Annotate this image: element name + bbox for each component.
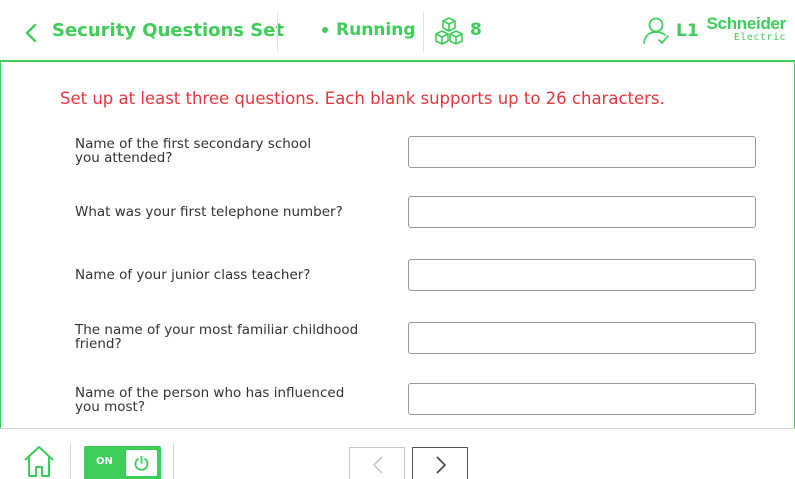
home-button[interactable] [22, 445, 56, 477]
user-level: L1 [676, 21, 699, 41]
question-label-line: Name of the person who has influenced [75, 385, 345, 401]
question-label-line: Name of the first secondary school [75, 136, 312, 152]
footer-divider [173, 443, 174, 479]
question-label-line: you most? [75, 399, 145, 415]
answer-input-5[interactable] [408, 383, 756, 415]
header-divider [277, 12, 278, 52]
question-label: Name of the first secondary school you a… [75, 137, 375, 165]
toggle-knob [126, 450, 157, 476]
answer-input-4[interactable] [408, 322, 756, 354]
next-page-button[interactable] [412, 447, 468, 479]
question-label-line: you attended? [75, 150, 173, 166]
question-label: The name of your most familiar childhood… [75, 323, 375, 351]
question-label-line: Name of your junior class teacher? [75, 267, 311, 283]
toggle-label: ON [96, 456, 113, 467]
back-chevron-icon [25, 23, 37, 43]
chevron-right-icon [436, 456, 447, 474]
footer-divider [70, 443, 71, 479]
answer-input-2[interactable] [408, 196, 756, 228]
question-label-line: friend? [75, 336, 122, 352]
header-divider [423, 12, 424, 52]
footer-bar: ON [0, 428, 795, 479]
answer-input-3[interactable] [408, 259, 756, 291]
previous-page-button[interactable] [349, 447, 405, 479]
answer-input-1[interactable] [408, 136, 756, 168]
logo-sub: Electric [733, 32, 786, 43]
instruction-text: Set up at least three questions. Each bl… [60, 89, 665, 108]
question-label-line: The name of your most familiar childhood [75, 322, 359, 338]
page-title: Security Questions Set [52, 20, 285, 41]
back-button[interactable] [22, 19, 42, 47]
question-label: What was your first telephone number? [75, 205, 375, 219]
modules-count: 8 [470, 20, 482, 40]
chevron-left-icon [372, 456, 383, 474]
status-dot-icon [322, 27, 328, 33]
question-label: Name of the person who has influenced yo… [75, 386, 375, 414]
logo-brand: Schneider [706, 14, 787, 33]
schneider-logo: Schneider Electric [706, 14, 790, 48]
question-label-line: What was your first telephone number? [75, 204, 343, 220]
modules-icon [435, 17, 463, 45]
user-icon[interactable] [641, 16, 671, 46]
power-icon [134, 455, 149, 471]
run-status: Running [322, 20, 416, 40]
question-label: Name of your junior class teacher? [75, 268, 375, 282]
home-icon [24, 446, 54, 477]
power-toggle[interactable]: ON [84, 446, 161, 479]
header-bar: Security Questions Set Running 8 L1 Schn… [0, 0, 795, 62]
status-text: Running [336, 20, 416, 40]
